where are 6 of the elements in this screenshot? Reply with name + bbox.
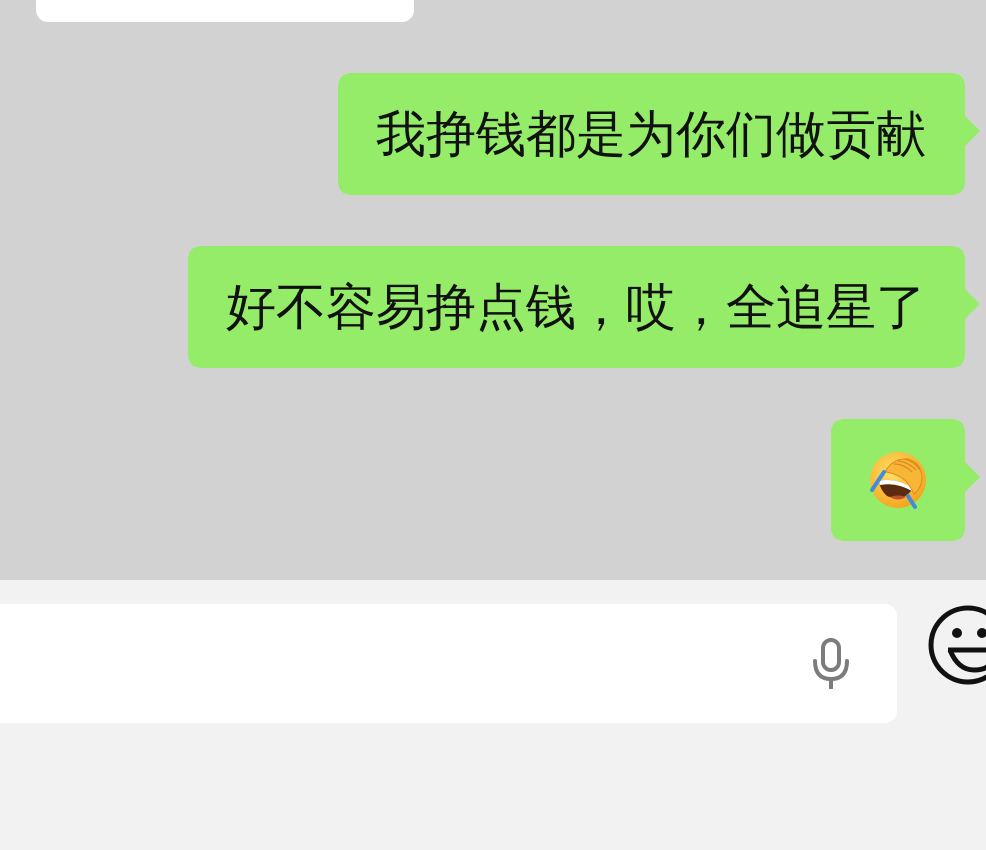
smiley-face-icon[interactable] [928, 604, 986, 686]
message-bubble: 好不容易挣点钱，哎，全追星了 [188, 246, 980, 368]
microphone-icon[interactable] [811, 636, 851, 690]
input-field[interactable] [0, 604, 897, 723]
facepalm-laughing-icon [868, 450, 928, 510]
message-bubble: 我挣钱都是为你们做贡献 [338, 73, 980, 195]
